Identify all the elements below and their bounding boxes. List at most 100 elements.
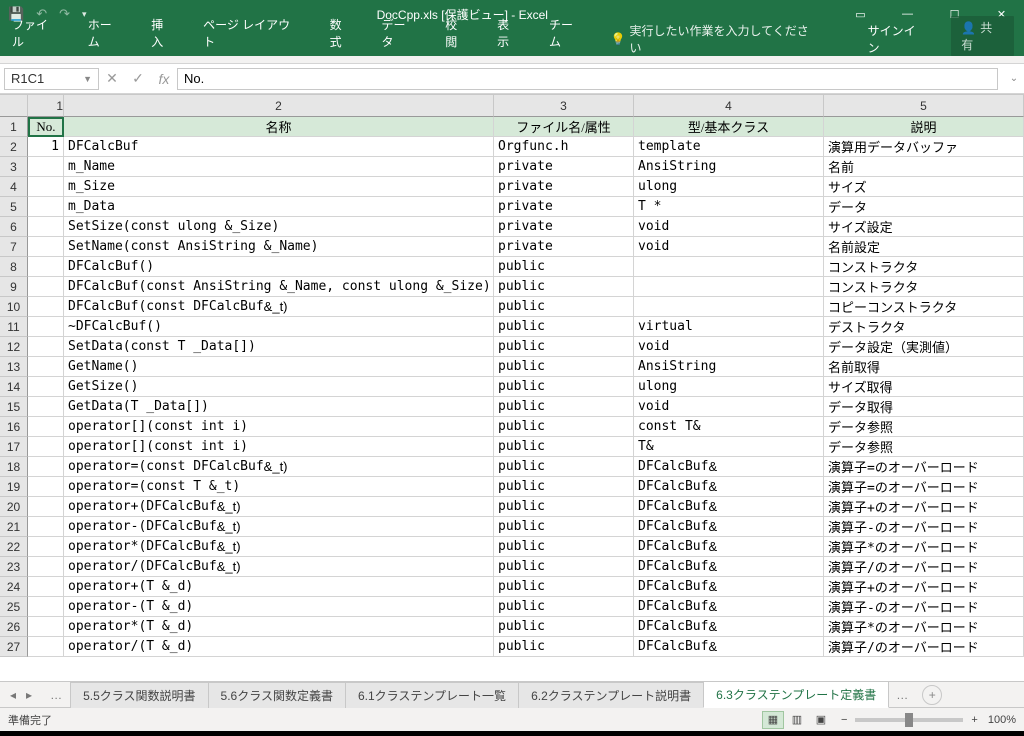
cell[interactable]: DFCalcBuf &: [634, 637, 824, 657]
cell[interactable]: 演算子*のオーバーロード: [824, 617, 1024, 637]
sheet-overflow-right[interactable]: …: [888, 688, 916, 702]
cell[interactable]: [28, 537, 64, 557]
cell[interactable]: [28, 297, 64, 317]
col-header[interactable]: 1: [28, 95, 64, 117]
cell[interactable]: private: [494, 177, 634, 197]
cell[interactable]: DFCalcBuf &: [634, 517, 824, 537]
row-header[interactable]: 15: [0, 397, 28, 417]
cell[interactable]: コンストラクタ: [824, 277, 1024, 297]
cell[interactable]: public: [494, 317, 634, 337]
cell[interactable]: public: [494, 457, 634, 477]
cell[interactable]: public: [494, 357, 634, 377]
cell[interactable]: DFCalcBuf(const DFCalcBuf &_t): [64, 297, 494, 317]
cell[interactable]: [28, 577, 64, 597]
sheet-tab[interactable]: 6.1クラステンプレート一覧: [345, 682, 519, 708]
cell[interactable]: operator/(T &_d): [64, 637, 494, 657]
cell[interactable]: operator*(DFCalcBuf &_t): [64, 537, 494, 557]
row-header[interactable]: 23: [0, 557, 28, 577]
formula-input[interactable]: No.: [177, 68, 998, 90]
view-normal-icon[interactable]: ▦: [762, 711, 784, 729]
cell[interactable]: 名称: [64, 117, 494, 137]
col-header[interactable]: 4: [634, 95, 824, 117]
cell[interactable]: public: [494, 417, 634, 437]
cell[interactable]: public: [494, 437, 634, 457]
row-header[interactable]: 18: [0, 457, 28, 477]
cell[interactable]: DFCalcBuf &: [634, 617, 824, 637]
view-pagelayout-icon[interactable]: ▥: [786, 711, 808, 729]
cell[interactable]: private: [494, 197, 634, 217]
cell[interactable]: operator[](const int i): [64, 437, 494, 457]
cell[interactable]: [634, 297, 824, 317]
cell[interactable]: コンストラクタ: [824, 257, 1024, 277]
zoom-level[interactable]: 100%: [988, 714, 1016, 726]
cell[interactable]: SetData(const T _Data[]): [64, 337, 494, 357]
cell[interactable]: public: [494, 297, 634, 317]
cell[interactable]: [634, 257, 824, 277]
view-pagebreak-icon[interactable]: ▣: [810, 711, 832, 729]
cell[interactable]: データ取得: [824, 397, 1024, 417]
cell[interactable]: public: [494, 617, 634, 637]
cell[interactable]: ulong: [634, 377, 824, 397]
expand-formula-icon[interactable]: ⌄: [1004, 73, 1024, 84]
cell[interactable]: public: [494, 537, 634, 557]
cell[interactable]: operator+(T &_d): [64, 577, 494, 597]
sheet-tab[interactable]: 6.2クラステンプレート説明書: [518, 682, 704, 708]
row-header[interactable]: 27: [0, 637, 28, 657]
cell[interactable]: m_Name: [64, 157, 494, 177]
row-header[interactable]: 17: [0, 437, 28, 457]
cell[interactable]: public: [494, 337, 634, 357]
cell[interactable]: デストラクタ: [824, 317, 1024, 337]
chevron-down-icon[interactable]: ▼: [83, 74, 92, 84]
cell[interactable]: public: [494, 377, 634, 397]
qat-dropdown-icon[interactable]: ▾: [82, 9, 87, 20]
row-header[interactable]: 21: [0, 517, 28, 537]
cell[interactable]: DFCalcBuf &: [634, 597, 824, 617]
row-header[interactable]: 5: [0, 197, 28, 217]
row-header[interactable]: 20: [0, 497, 28, 517]
cell[interactable]: public: [494, 397, 634, 417]
cell[interactable]: データ参照: [824, 437, 1024, 457]
cell[interactable]: operator-(T &_d): [64, 597, 494, 617]
cell[interactable]: 演算子*のオーバーロード: [824, 537, 1024, 557]
cell[interactable]: コピーコンストラクタ: [824, 297, 1024, 317]
cell[interactable]: 名前設定: [824, 237, 1024, 257]
cell[interactable]: [28, 317, 64, 337]
tab-data[interactable]: データ: [379, 12, 419, 56]
cell[interactable]: [634, 277, 824, 297]
cell[interactable]: void: [634, 337, 824, 357]
cell[interactable]: [28, 157, 64, 177]
cell[interactable]: DFCalcBuf(const AnsiString &_Name, const…: [64, 277, 494, 297]
cell[interactable]: [28, 497, 64, 517]
cell[interactable]: サイズ取得: [824, 377, 1024, 397]
cell[interactable]: 1: [28, 137, 64, 157]
sheet-nav-prev-icon[interactable]: ▸: [26, 688, 32, 702]
cell[interactable]: [28, 197, 64, 217]
cell[interactable]: データ: [824, 197, 1024, 217]
cell[interactable]: operator=(const DFCalcBuf &_t): [64, 457, 494, 477]
cell[interactable]: GetSize(): [64, 377, 494, 397]
cell[interactable]: operator=(const T &_t): [64, 477, 494, 497]
cell[interactable]: DFCalcBuf &: [634, 477, 824, 497]
cell[interactable]: m_Data: [64, 197, 494, 217]
zoom-in-button[interactable]: +: [971, 714, 977, 726]
cell[interactable]: [28, 517, 64, 537]
tab-formulas[interactable]: 数式: [328, 12, 356, 56]
cell[interactable]: 型/基本クラス: [634, 117, 824, 137]
col-header[interactable]: 3: [494, 95, 634, 117]
sheet-tab[interactable]: 5.5クラス関数説明書: [70, 682, 208, 708]
enter-formula-icon[interactable]: ✓: [125, 70, 151, 87]
col-header[interactable]: 5: [824, 95, 1024, 117]
cell[interactable]: 説明: [824, 117, 1024, 137]
cell[interactable]: 演算用データバッファ: [824, 137, 1024, 157]
cell[interactable]: 演算子/のオーバーロード: [824, 557, 1024, 577]
row-header[interactable]: 12: [0, 337, 28, 357]
cell[interactable]: DFCalcBuf: [64, 137, 494, 157]
cell[interactable]: private: [494, 157, 634, 177]
row-header[interactable]: 10: [0, 297, 28, 317]
cell[interactable]: public: [494, 557, 634, 577]
cell[interactable]: T&: [634, 437, 824, 457]
share-button[interactable]: 👤共有: [951, 16, 1014, 56]
cell[interactable]: private: [494, 237, 634, 257]
cell[interactable]: [28, 557, 64, 577]
cell[interactable]: 演算子/のオーバーロード: [824, 637, 1024, 657]
